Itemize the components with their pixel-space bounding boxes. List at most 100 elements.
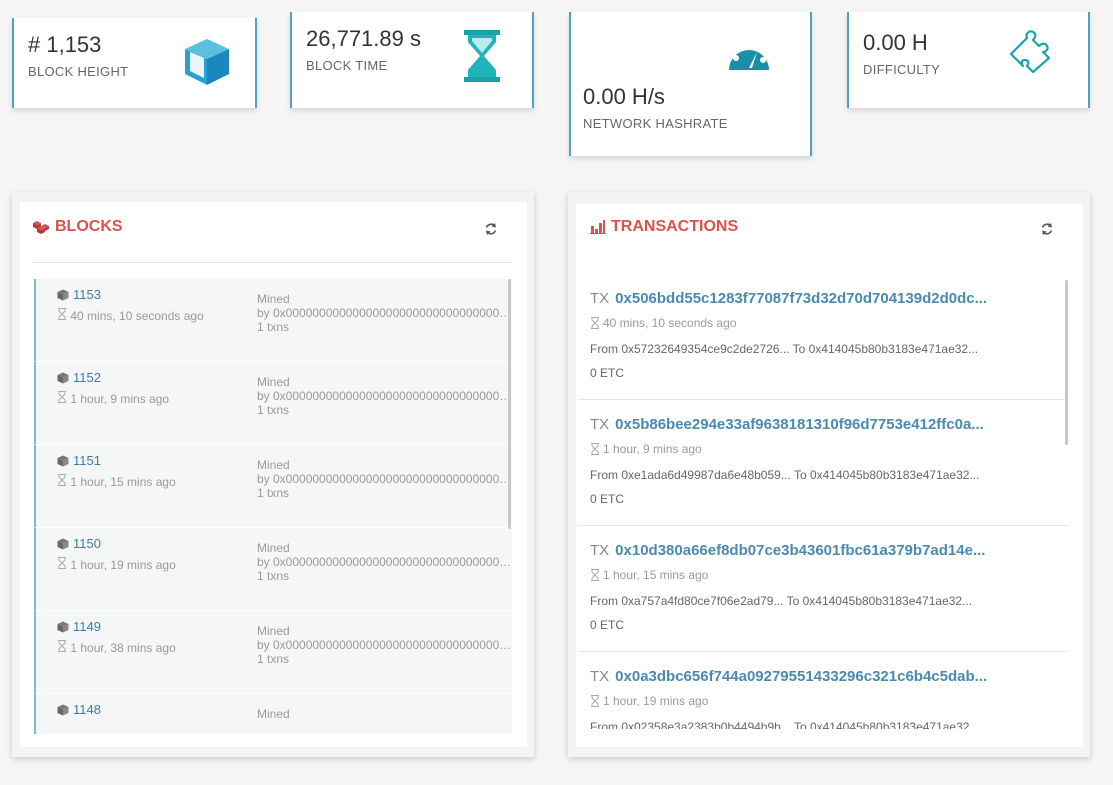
tx-age-text: 1 hour, 19 mins ago: [603, 694, 709, 708]
tx-value: 0 ETC: [590, 492, 625, 506]
tx-hash-line[interactable]: TX 0x0a3dbc656f744a09279551433296c321c6b4…: [590, 668, 1060, 685]
block-time-card: 26,771.89 s BLOCK TIME: [290, 12, 534, 108]
block-mined-label: Mined: [257, 375, 290, 389]
block-number-link[interactable]: 1150: [57, 536, 101, 551]
transactions-panel: TRANSACTIONS TX 0x506bdd55c1283f77087f73d…: [568, 192, 1090, 757]
transactions-list[interactable]: TX 0x506bdd55c1283f77087f73d32d70d704139d…: [578, 274, 1068, 729]
block-number-link[interactable]: 1153: [57, 287, 101, 302]
block-time-value: 26,771.89 s: [306, 26, 421, 51]
block-txn-count: 1 txns: [257, 403, 290, 417]
block-miner-address[interactable]: by 0x00000000000000000000000000000000000…: [257, 638, 512, 652]
block-list-item[interactable]: 1151 1 hour, 15 mins ago Mined by 0x000000…: [34, 445, 512, 528]
block-number[interactable]: 1150: [73, 536, 101, 551]
block-miner-address[interactable]: by 0x00000000000000000000000000000000000…: [257, 472, 512, 486]
hashrate-label: NETWORK HASHRATE: [583, 116, 728, 131]
block-height-value: # 1,153: [28, 32, 102, 57]
tx-hash-link[interactable]: 0x10d380a66ef8db07ce3b43601fbc61a379b7ad…: [615, 542, 985, 559]
block-miner-info: Mined: [257, 707, 512, 721]
tx-prefix: TX: [590, 290, 610, 307]
block-miner-address[interactable]: by 0x00000000000000000000000000000000000…: [257, 306, 512, 320]
block-miner-address[interactable]: by 0x00000000000000000000000000000000000…: [257, 389, 512, 403]
tx-hash-link[interactable]: 0x5b86bee294e33af9638181310f96d7753e412f…: [615, 416, 984, 433]
block-txn-count: 1 txns: [257, 569, 290, 583]
tx-prefix: TX: [590, 416, 610, 433]
block-list-item[interactable]: 1148 Mined: [34, 694, 512, 734]
hourglass-small-icon: [58, 391, 66, 403]
hourglass-icon: [464, 30, 500, 82]
blocks-panel-title: BLOCKS: [32, 218, 123, 236]
block-age-text: 40 mins, 10 seconds ago: [70, 309, 204, 323]
tx-age: 1 hour, 15 mins ago: [590, 568, 708, 582]
block-list-item[interactable]: 1152 1 hour, 9 mins ago Mined by 0x0000000…: [34, 362, 512, 445]
block-mined-label: Mined: [257, 541, 290, 555]
tx-from-to[interactable]: From 0xe1ada6d49987da6e48b059... To 0x41…: [590, 468, 1060, 482]
block-number-link[interactable]: 1148: [57, 702, 101, 717]
block-number-link[interactable]: 1152: [57, 370, 101, 385]
block-number[interactable]: 1148: [73, 702, 101, 717]
block-number[interactable]: 1149: [73, 619, 101, 634]
hourglass-small-icon: [591, 443, 599, 455]
tx-hash-line[interactable]: TX 0x506bdd55c1283f77087f73d32d70d704139d…: [590, 290, 1060, 307]
puzzle-icon: [1009, 30, 1051, 74]
tx-age-text: 1 hour, 15 mins ago: [603, 568, 709, 582]
transaction-list-item[interactable]: TX 0x10d380a66ef8db07ce3b43601fbc61a379b7…: [578, 526, 1068, 652]
transaction-list-item[interactable]: TX 0x506bdd55c1283f77087f73d32d70d704139d…: [578, 274, 1068, 400]
tx-hash-link[interactable]: 0x506bdd55c1283f77087f73d32d70d704139d2d…: [615, 290, 987, 307]
cube-small-icon: [57, 289, 69, 300]
block-mined-label: Mined: [257, 707, 290, 721]
transactions-refresh-icon[interactable]: [1040, 222, 1054, 236]
hourglass-small-icon: [58, 308, 66, 320]
cube-small-icon: [57, 455, 69, 466]
block-age: 1 hour, 15 mins ago: [57, 473, 227, 491]
block-miner-address[interactable]: by 0x00000000000000000000000000000000000…: [257, 555, 512, 569]
block-txn-count: 1 txns: [257, 486, 290, 500]
block-list-item[interactable]: 1150 1 hour, 19 mins ago Mined by 0x000000…: [34, 528, 512, 611]
hourglass-small-icon: [591, 317, 599, 329]
block-number-link[interactable]: 1149: [57, 619, 101, 634]
hashrate-value: 0.00 H/s: [583, 84, 665, 109]
cube-small-icon: [57, 372, 69, 383]
blocks-panel: BLOCKS 1153 40 mins, 10 seconds ago Mined…: [12, 192, 534, 757]
block-number-link[interactable]: 1151: [57, 453, 101, 468]
block-height-label: BLOCK HEIGHT: [28, 64, 129, 79]
blocks-scrollbar[interactable]: [508, 279, 511, 529]
transactions-panel-title: TRANSACTIONS: [590, 218, 738, 236]
block-mined-label: Mined: [257, 292, 290, 306]
block-list-item[interactable]: 1153 40 mins, 10 seconds ago Mined by 0x00…: [34, 279, 512, 362]
tx-from-to[interactable]: From 0x57232649354ce9c2de2726... To 0x41…: [590, 342, 1060, 356]
blocks-refresh-icon[interactable]: [484, 222, 498, 236]
block-miner-info: Mined by 0x000000000000000000000000000000…: [257, 375, 512, 417]
hourglass-small-icon: [58, 640, 66, 652]
block-age-text: 1 hour, 9 mins ago: [70, 392, 170, 406]
tx-hash-line[interactable]: TX 0x5b86bee294e33af9638181310f96d7753e41…: [590, 416, 1060, 433]
block-age-text: 1 hour, 38 mins ago: [70, 641, 176, 655]
cubes-icon: [33, 221, 49, 234]
speedometer-icon: [729, 41, 769, 70]
blocks-title-text: BLOCKS: [55, 218, 123, 235]
block-age: 1 hour, 38 mins ago: [57, 639, 227, 657]
tx-hash-link[interactable]: 0x0a3dbc656f744a09279551433296c321c6b4c5…: [615, 668, 987, 685]
block-age: 1 hour, 9 mins ago: [57, 390, 227, 408]
block-list-item[interactable]: 1149 1 hour, 38 mins ago Mined by 0x000000…: [34, 611, 512, 694]
block-txn-count: 1 txns: [257, 652, 290, 666]
blocks-list[interactable]: 1153 40 mins, 10 seconds ago Mined by 0x00…: [34, 279, 512, 734]
block-height-card: # 1,153 BLOCK HEIGHT: [12, 18, 257, 108]
transactions-scrollbar[interactable]: [1065, 280, 1068, 445]
hourglass-small-icon: [591, 569, 599, 581]
tx-from-to[interactable]: From 0xa757a4fd80ce7f06e2ad79... To 0x41…: [590, 594, 1060, 608]
tx-from-to[interactable]: From 0x02358e3a2383b0b4494b9b... To 0x41…: [590, 720, 1060, 729]
cube-small-icon: [57, 538, 69, 549]
tx-hash-line[interactable]: TX 0x10d380a66ef8db07ce3b43601fbc61a379b7…: [590, 542, 1060, 559]
block-age-text: 1 hour, 15 mins ago: [70, 475, 176, 489]
tx-age-text: 1 hour, 9 mins ago: [603, 442, 702, 456]
block-age: 40 mins, 10 seconds ago: [57, 307, 227, 325]
block-number[interactable]: 1152: [73, 370, 101, 385]
tx-value: 0 ETC: [590, 366, 625, 380]
block-number[interactable]: 1151: [73, 453, 101, 468]
tx-prefix: TX: [590, 542, 610, 559]
block-number[interactable]: 1153: [73, 287, 101, 302]
transactions-title-text: TRANSACTIONS: [611, 218, 739, 235]
transaction-list-item[interactable]: TX 0x0a3dbc656f744a09279551433296c321c6b4…: [578, 652, 1068, 729]
transaction-list-item[interactable]: TX 0x5b86bee294e33af9638181310f96d7753e41…: [578, 400, 1068, 526]
block-age-text: 1 hour, 19 mins ago: [70, 558, 176, 572]
